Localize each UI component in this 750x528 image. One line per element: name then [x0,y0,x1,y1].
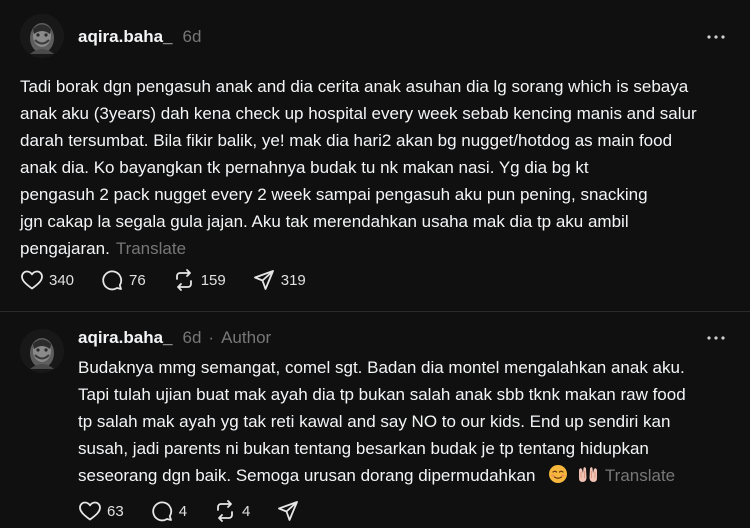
post-body-text: pengajaran. [20,239,110,258]
post-body-line: susah, jadi parents ni bukan tentang bes… [78,439,649,458]
repost-icon [172,268,196,292]
thread-reply: aqira.baha_ 6d · Author Budaknya mmg sem… [0,312,750,528]
reply-button[interactable]: 4 [150,499,187,523]
thread-post: aqira.baha_ 6d Tadi borak dgn pengasuh a… [0,0,750,311]
post-header: aqira.baha_ 6d [78,25,201,49]
send-icon [252,268,276,292]
post-body-line: darah tersumbat. Bila fikir balik, ye! m… [20,131,673,150]
username[interactable]: aqira.baha_ [78,328,173,348]
username[interactable]: aqira.baha_ [78,27,173,47]
avatar[interactable] [20,329,64,373]
repost-count: 4 [242,502,251,520]
post-body-line: Budaknya mmg semangat, comel sgt. Badan … [78,358,685,377]
repost-count: 159 [200,271,226,289]
post-body-text: seseorang dgn baik. Semoga urusan dorang… [78,466,536,485]
author-badge: Author [221,328,272,347]
separator-dot: · [208,328,215,347]
reply-button[interactable]: 76 [100,268,146,292]
post-time[interactable]: 6d [183,27,202,47]
palms-up-together-emoji [577,464,599,492]
reply-count: 4 [178,502,188,520]
post-time[interactable]: 6d [183,328,202,348]
translate-link[interactable]: Translate [116,239,186,258]
relieved-face-emoji [548,464,568,492]
comment-icon [150,499,174,523]
post-body-line-last: pengajaran. Translate [20,235,736,262]
post-body: Tadi borak dgn pengasuh anak and dia cer… [20,73,736,262]
reply-count: 76 [129,271,146,289]
heart-icon [78,499,102,523]
repost-button[interactable]: 159 [172,268,226,292]
post-body-line: pengasuh 2 pack nugget every 2 week samp… [20,185,648,204]
post-body-line: Tadi borak dgn pengasuh anak and dia cer… [20,77,689,96]
share-button[interactable] [276,499,300,523]
like-button[interactable]: 63 [78,499,124,523]
share-count: 319 [280,271,306,289]
heart-icon [20,268,44,292]
repost-button[interactable]: 4 [213,499,250,523]
repost-icon [213,499,237,523]
share-button[interactable]: 319 [252,268,306,292]
post-body-line: anak dia. Ko bayangkan tk pernahnya buda… [20,158,589,177]
like-button[interactable]: 340 [20,268,74,292]
avatar[interactable] [20,14,64,58]
post-body: Budaknya mmg semangat, comel sgt. Badan … [78,354,738,492]
post-body-line: anak aku (3years) dah kena check up hosp… [20,104,697,123]
action-bar: 63 4 4 [78,498,326,524]
like-count: 63 [107,502,124,520]
post-body-line: jgn cakap la segala gula jajan. Aku tak … [20,212,629,231]
more-icon[interactable] [704,326,728,350]
send-icon [276,499,300,523]
more-icon[interactable] [704,25,728,49]
translate-link[interactable]: Translate [605,466,675,485]
post-header: aqira.baha_ 6d · Author [78,326,271,350]
post-body-line: Tapi tulah ujian buat mak ayah dia tp bu… [78,385,686,404]
action-bar: 340 76 159 319 [20,267,332,293]
like-count: 340 [49,271,75,289]
post-body-line: tp salah mak ayah yg tak reti kawal and … [78,412,671,431]
comment-icon [100,268,124,292]
post-body-line-last: seseorang dgn baik. Semoga urusan dorang… [78,462,738,492]
